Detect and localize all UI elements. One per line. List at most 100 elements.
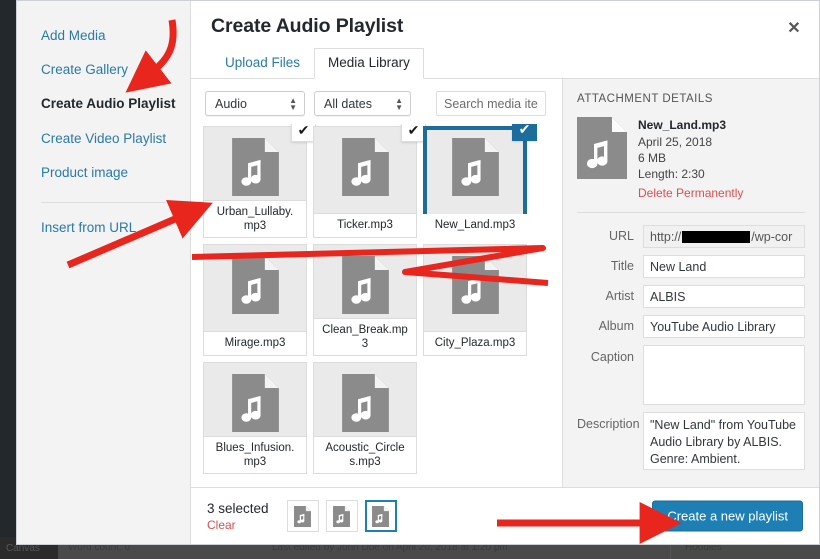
modal-menu: Add Media Create Gallery Create Audio Pl… <box>17 1 191 544</box>
album-field[interactable] <box>643 315 805 338</box>
audio-file-icon <box>231 374 279 432</box>
media-tile-label-line2: mp3 <box>243 220 267 232</box>
tab-media-library[interactable]: Media Library <box>314 48 424 79</box>
close-icon[interactable]: ✕ <box>777 11 811 45</box>
audio-file-icon <box>333 505 351 527</box>
audio-file-icon <box>341 138 389 196</box>
selected-thumbnail[interactable] <box>364 500 397 532</box>
media-tile[interactable]: Mirage.mp3 <box>203 244 307 356</box>
media-tile-label: Acoustic_Circle s.mp3 <box>313 436 417 474</box>
media-tile-label-line2: s.mp3 <box>349 456 381 468</box>
wp-admin-rail <box>0 0 16 545</box>
media-tile-label: Clean_Break.mp 3 <box>313 318 417 356</box>
menu-item-create-gallery[interactable]: Create Gallery <box>17 53 190 87</box>
media-tile[interactable]: Blues_Infusion. mp3 <box>203 362 307 474</box>
filter-bar: Audio ▲ ▼ All dates ▲ ▼ <box>191 79 562 124</box>
audio-file-icon <box>341 256 389 314</box>
modal-header: Create Audio Playlist ✕ Upload Files Med… <box>191 1 819 79</box>
media-tile-label-line2: mp3 <box>243 456 267 468</box>
page-title: Create Audio Playlist <box>211 15 404 37</box>
media-tile-label: Ticker.mp3 <box>313 213 417 238</box>
selected-thumbnails <box>286 500 397 532</box>
check-icon[interactable]: ✔ <box>512 124 537 141</box>
media-grid-column: Audio ▲▼ All dates ▲▼ ✔ Urban_Lullaby. mp3… <box>191 79 563 487</box>
field-row-title: Title <box>577 255 805 278</box>
field-row-url: URL http:// /wp-cor <box>577 225 805 248</box>
field-row-album: Album <box>577 315 805 338</box>
menu-divider <box>41 201 166 203</box>
media-tile-label-line1: Urban_Lullaby. <box>216 206 294 218</box>
media-tile[interactable]: ✔ New_Land.mp3 <box>423 124 537 238</box>
audio-file-icon <box>451 138 499 196</box>
menu-item-add-media[interactable]: Add Media <box>17 19 190 53</box>
media-tile-label: Blues_Infusion. mp3 <box>203 436 307 474</box>
audio-file-icon <box>372 505 390 527</box>
tab-bar: Upload Files Media Library <box>191 48 819 79</box>
attachment-details-heading: ATTACHMENT DETAILS <box>577 93 713 105</box>
media-modal: Add Media Create Gallery Create Audio Pl… <box>16 0 820 545</box>
selection-status: 3 selected Clear <box>207 500 269 533</box>
attachment-fields: URL http:///wp-cor Title New Land Artist… <box>577 213 805 470</box>
media-tile-label-line2: 3 <box>361 338 369 350</box>
media-grid: ✔ Urban_Lullaby. mp3 ✔ Ticker.mp3 ✔ New_Land.m… <box>191 124 562 487</box>
audio-file-icon <box>294 505 312 527</box>
media-tile-label-line1: Blues_Infusion. <box>215 442 295 454</box>
date-filter-value: All dates <box>324 96 372 111</box>
title-label: Title <box>610 259 634 273</box>
media-tile[interactable]: ✔ Ticker.mp3 <box>313 124 426 238</box>
selected-thumbnail[interactable] <box>325 500 358 532</box>
menu-item-product-image[interactable]: Product image <box>17 156 190 190</box>
screen: Canvas Word count: 0 Last edited by John… <box>0 0 820 559</box>
attachment-length: Length: 2:30 <box>638 167 705 181</box>
media-tile-label-line1: Acoustic_Circle <box>325 442 405 454</box>
attachment-details-panel: ATTACHMENT DETAILS New_Land.mp3 April 25… <box>563 79 819 487</box>
media-tile-label: Mirage.mp3 <box>203 331 307 356</box>
description-field[interactable]: "New Land" from YouTube Audio Library by… <box>643 412 805 470</box>
url-prefix: http:// <box>650 229 682 244</box>
field-row-description: Description "New Land" from YouTube Audi… <box>577 412 805 470</box>
title-field[interactable] <box>643 255 805 278</box>
delete-permanently-link[interactable]: Delete Permanently <box>638 185 743 201</box>
caption-label: Caption <box>590 350 634 364</box>
artist-field[interactable] <box>643 285 805 308</box>
media-tile[interactable]: ✔ Urban_Lullaby. mp3 <box>203 124 316 238</box>
selected-count: 3 selected <box>207 500 269 516</box>
tab-upload-files[interactable]: Upload Files <box>211 48 314 79</box>
url-suffix: /wp-cor <box>751 229 793 244</box>
url-field[interactable]: http:// /wp-cor <box>643 225 805 248</box>
attachment-meta: New_Land.mp3 April 25, 2018 6 MB Length:… <box>638 117 743 201</box>
attachment-filesize: 6 MB <box>638 151 667 165</box>
caption-field[interactable] <box>643 345 805 405</box>
search-input[interactable] <box>436 91 546 116</box>
clear-selection-link[interactable]: Clear <box>207 517 269 533</box>
modal-footer: 3 selected Clear Create a new playlist <box>191 488 819 544</box>
field-row-artist: Artist <box>577 285 805 308</box>
field-row-caption: Caption <box>577 345 805 405</box>
audio-file-icon <box>231 138 279 196</box>
chevron-updown-icon: ▲ ▼ <box>395 95 403 112</box>
menu-item-create-audio-playlist[interactable]: Create Audio Playlist <box>17 87 190 121</box>
date-filter[interactable]: All dates ▲ ▼ <box>314 91 411 116</box>
media-tile-label: City_Plaza.mp3 <box>423 331 527 356</box>
selected-thumbnail[interactable] <box>286 500 319 532</box>
media-tile-label-line1: Clean_Break.mp <box>322 324 408 336</box>
attachment-thumbnail <box>577 117 627 201</box>
create-playlist-button[interactable]: Create a new playlist <box>652 500 803 532</box>
audio-file-icon <box>577 117 627 179</box>
media-tile[interactable]: Clean_Break.mp 3 <box>313 244 417 356</box>
menu-item-create-video-playlist[interactable]: Create Video Playlist <box>17 122 190 156</box>
media-type-filter[interactable]: Audio ▲ ▼ <box>205 91 305 116</box>
audio-file-icon <box>341 374 389 432</box>
media-tile[interactable]: City_Plaza.mp3 <box>423 244 527 356</box>
audio-file-icon <box>231 256 279 314</box>
audio-file-icon <box>451 256 499 314</box>
menu-item-insert-from-url[interactable]: Insert from URL <box>17 211 190 245</box>
media-tile[interactable]: Acoustic_Circle s.mp3 <box>313 362 417 474</box>
attachment-filename: New_Land.mp3 <box>638 118 727 132</box>
attachment-date: April 25, 2018 <box>638 135 713 149</box>
description-label: Description <box>577 417 640 431</box>
album-label: Album <box>598 319 634 333</box>
media-type-filter-value: Audio <box>215 96 247 111</box>
chevron-updown-icon: ▲ ▼ <box>289 95 297 112</box>
redaction-bar <box>682 230 751 243</box>
